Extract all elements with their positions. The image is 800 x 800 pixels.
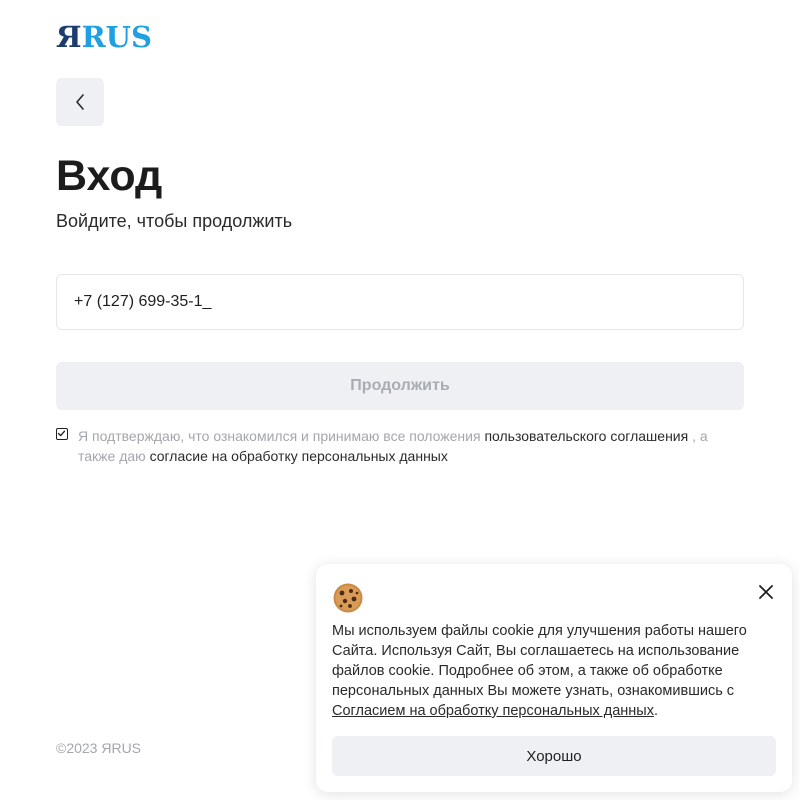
chevron-left-icon — [76, 94, 84, 110]
close-icon — [759, 585, 773, 599]
back-button[interactable] — [56, 78, 104, 126]
cookie-banner: Мы используем файлы cookie для улучшения… — [316, 564, 792, 792]
page-title: Вход — [56, 152, 163, 200]
logo-rus: RUS — [81, 20, 152, 54]
user-agreement-link[interactable]: пользовательского соглашения — [484, 428, 688, 444]
cookie-message-end: . — [653, 703, 659, 719]
personal-data-consent-link[interactable]: согласие на обработку персональных данны… — [150, 448, 448, 464]
copyright: ©2023 ЯRUS — [56, 740, 142, 756]
consent-checkbox[interactable] — [56, 428, 68, 440]
checkmark-icon — [57, 430, 66, 437]
login-page: ЯRUS Вход Войдите, чтобы продолжить Прод… — [0, 0, 800, 800]
cookie-ok-button[interactable]: Хорошо — [332, 736, 776, 776]
cookie-message: Мы используем файлы cookie для улучшения… — [332, 621, 772, 721]
consent-text-1: Я подтверждаю, что ознакомился и принима… — [78, 428, 485, 444]
consent-block: Я подтверждаю, что ознакомился и принима… — [56, 426, 746, 466]
cookie-icon — [333, 583, 363, 613]
cookie-consent-link[interactable]: Согласием на обработку персональных данн… — [332, 703, 654, 719]
phone-input[interactable] — [56, 274, 744, 330]
consent-text: Я подтверждаю, что ознакомился и принима… — [78, 426, 746, 466]
logo-ya: Я — [56, 20, 82, 54]
page-subtitle: Войдите, чтобы продолжить — [56, 211, 293, 231]
cookie-close-button[interactable] — [754, 580, 778, 604]
cookie-message-text: Мы используем файлы cookie для улучшения… — [332, 623, 747, 699]
yarus-logo[interactable]: Я RUS — [56, 20, 152, 54]
continue-button[interactable]: Продолжить — [56, 362, 744, 410]
